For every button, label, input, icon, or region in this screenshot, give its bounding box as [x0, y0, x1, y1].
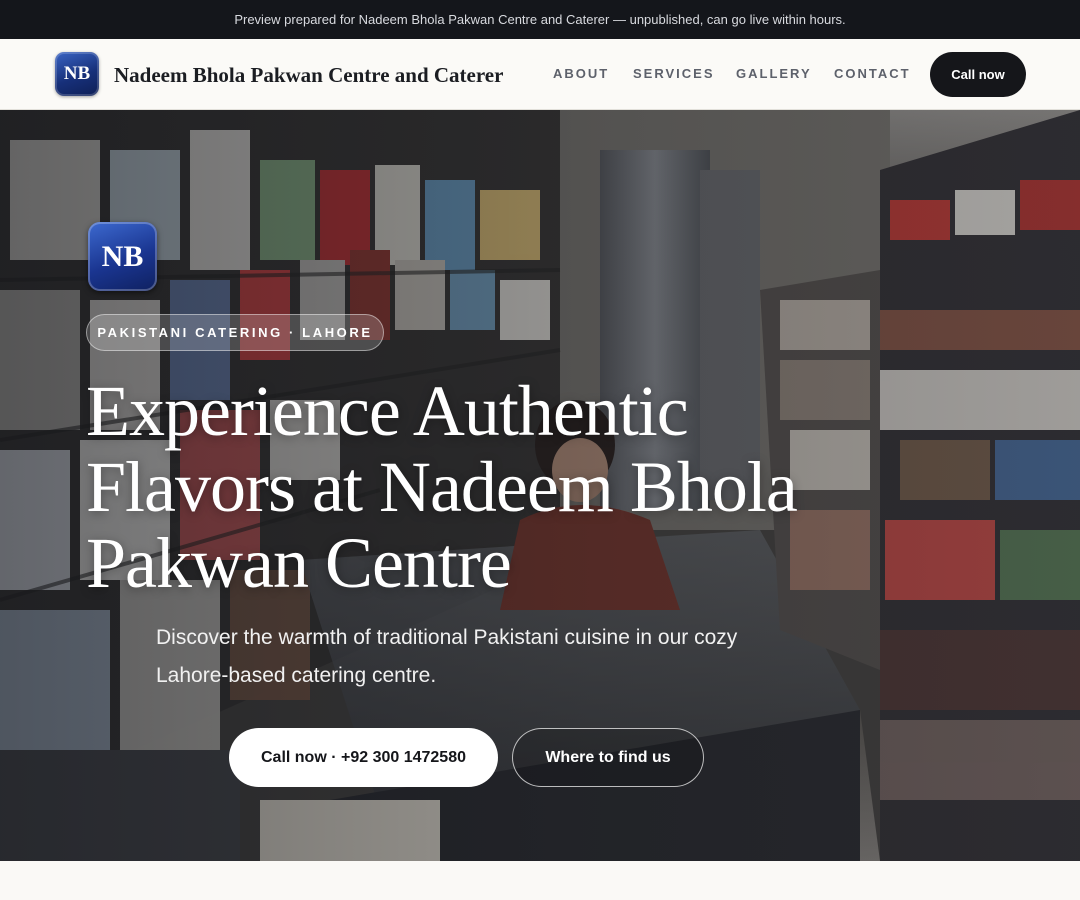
hero-section: NB PAKISTANI CATERING · LAHORE Experienc… — [0, 110, 1080, 861]
nav-link-about[interactable]: ABOUT — [553, 65, 609, 83]
top-navigation: NB Nadeem Bhola Pakwan Centre and Catere… — [0, 39, 1080, 110]
hero-logo-initials: NB — [101, 239, 144, 273]
preview-banner: Preview prepared for Nadeem Bhola Pakwan… — [0, 0, 1080, 39]
hero-category-badge: PAKISTANI CATERING · LAHORE — [86, 314, 384, 351]
hero-title: Experience Authentic Flavors at Nadeem B… — [86, 371, 798, 603]
hero-logo: NB — [88, 222, 157, 291]
next-section — [0, 861, 1080, 900]
where-to-find-us-button[interactable]: Where to find us — [512, 728, 704, 787]
nav-links: ABOUT SERVICES GALLERY CONTACT — [0, 65, 1080, 83]
call-now-phone-button[interactable]: Call now · +92 300 1472580 — [229, 728, 498, 787]
hero-subtitle: Discover the warmth of traditional Pakis… — [156, 626, 738, 687]
preview-banner-text: Preview prepared for Nadeem Bhola Pakwan… — [234, 12, 846, 27]
nav-link-contact[interactable]: CONTACT — [834, 65, 911, 83]
nav-link-gallery[interactable]: GALLERY — [736, 65, 812, 83]
nav-link-services[interactable]: SERVICES — [633, 65, 715, 83]
nav-call-now-button[interactable]: Call now — [930, 52, 1026, 97]
